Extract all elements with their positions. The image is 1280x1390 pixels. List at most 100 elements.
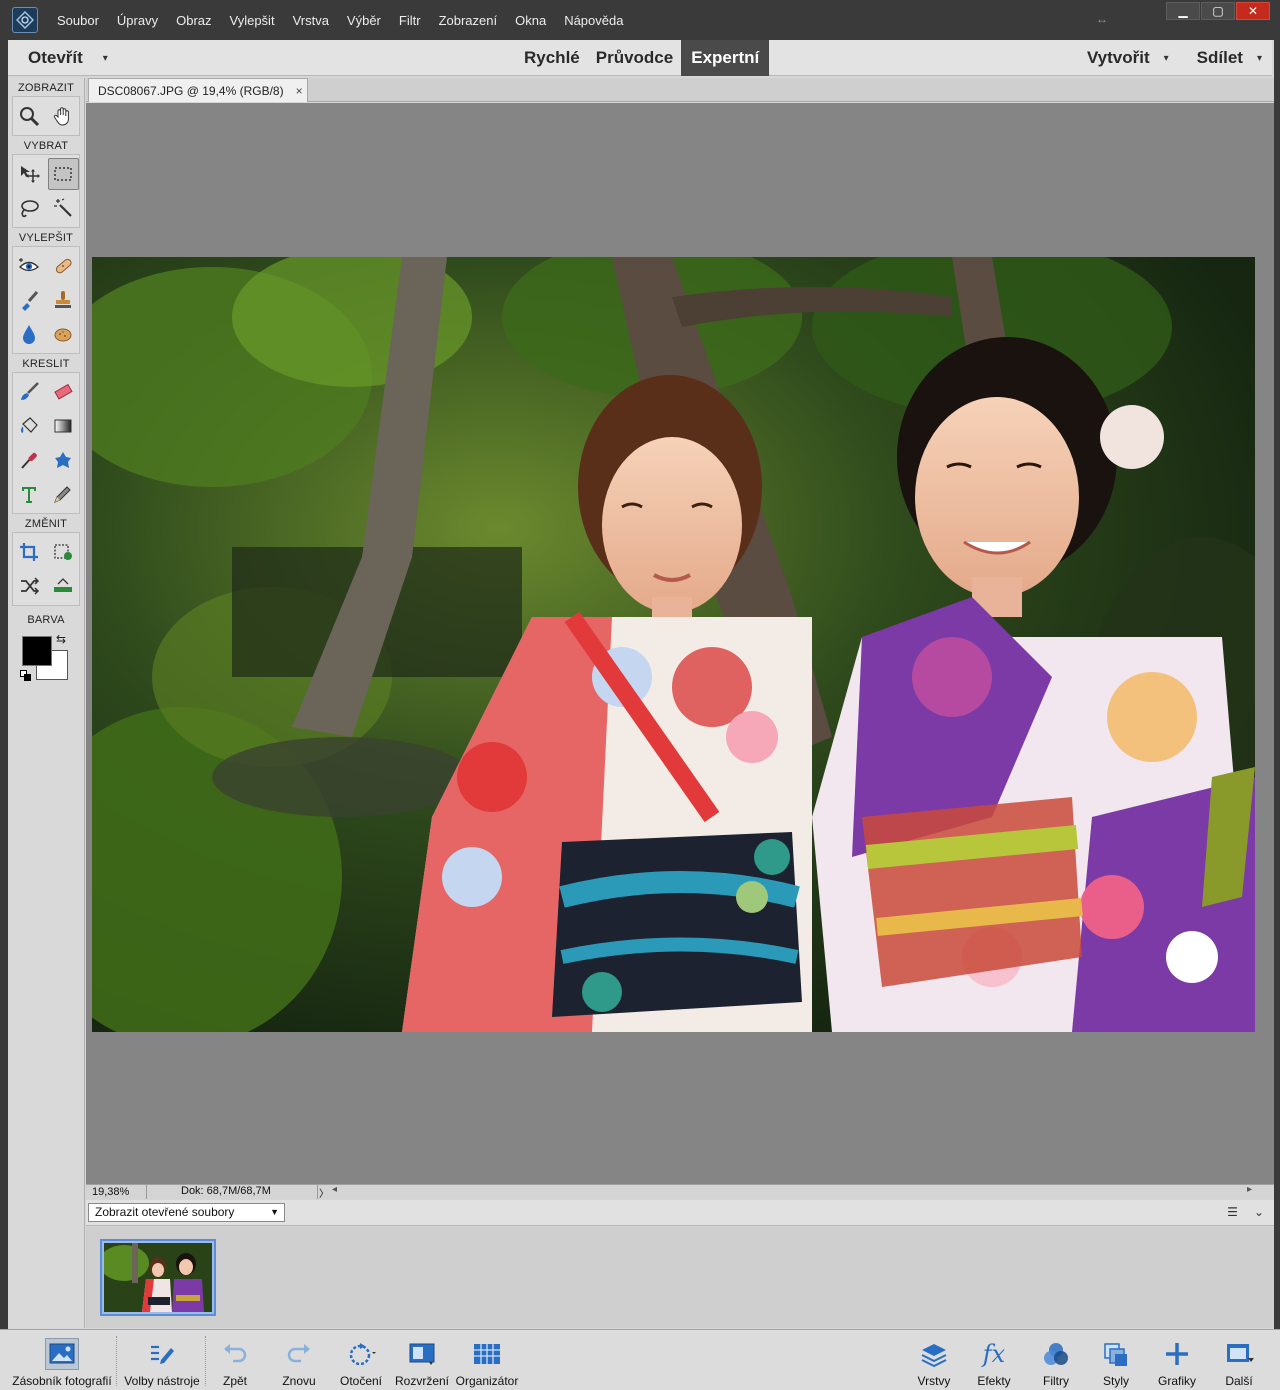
open-button[interactable]: Otevřít ▾ bbox=[28, 48, 108, 68]
type-icon[interactable] bbox=[13, 478, 45, 510]
crop-icon[interactable] bbox=[13, 536, 45, 568]
menu-soubor[interactable]: Soubor bbox=[48, 13, 108, 28]
menu-okna[interactable]: Okna bbox=[506, 13, 555, 28]
smart-brush-icon[interactable] bbox=[13, 284, 45, 316]
more-button[interactable]: Další bbox=[1216, 1332, 1262, 1388]
paint-bucket-icon[interactable] bbox=[13, 410, 45, 442]
photo-bin-bar: Zobrazit otevřené soubory ▼ ☰ ⌄ bbox=[86, 1200, 1274, 1226]
undo-icon bbox=[218, 1338, 252, 1370]
content-aware-move-icon[interactable] bbox=[13, 570, 45, 602]
window-frame-right bbox=[1274, 40, 1280, 1330]
status-menu-icon[interactable]: 〉 bbox=[319, 1185, 329, 1200]
enhance-tools bbox=[12, 246, 80, 354]
horizontal-scrollbar[interactable]: ◂ ▸ bbox=[332, 1184, 1252, 1196]
share-button[interactable]: Sdílet ▾ bbox=[1197, 48, 1262, 68]
menu-upravy[interactable]: Úpravy bbox=[108, 13, 167, 28]
photo-bin-dropdown[interactable]: Zobrazit otevřené soubory ▼ bbox=[88, 1203, 285, 1222]
effects-label: Efekty bbox=[977, 1374, 1011, 1388]
document-image[interactable] bbox=[92, 257, 1255, 1032]
filters-label: Filtry bbox=[1043, 1374, 1069, 1388]
maximize-button[interactable]: ▢ bbox=[1201, 2, 1235, 20]
pencil-icon[interactable] bbox=[48, 478, 80, 510]
effects-icon: fx bbox=[982, 1340, 1006, 1368]
open-dropdown-icon[interactable]: ▾ bbox=[103, 53, 108, 64]
rotate-icon bbox=[344, 1338, 378, 1370]
gradient-icon[interactable] bbox=[48, 410, 80, 442]
collapse-bin-icon[interactable]: ⌄ bbox=[1254, 1205, 1264, 1219]
close-tab-icon[interactable]: × bbox=[296, 84, 303, 98]
clone-stamp-icon[interactable] bbox=[48, 284, 80, 316]
tab-expert[interactable]: Expertní bbox=[681, 40, 770, 76]
recompose-icon[interactable] bbox=[48, 536, 80, 568]
photo-bin-label: Zásobník fotografií bbox=[12, 1374, 112, 1388]
photo-thumbnail[interactable] bbox=[100, 1239, 216, 1316]
select-tools bbox=[12, 154, 80, 228]
tool-options-icon bbox=[145, 1338, 179, 1370]
spot-healing-icon[interactable] bbox=[48, 250, 80, 282]
graphics-label: Grafiky bbox=[1157, 1374, 1196, 1388]
styles-button[interactable]: Styly bbox=[1094, 1332, 1138, 1388]
layout-icon bbox=[405, 1338, 439, 1370]
menu-vrstva[interactable]: Vrstva bbox=[284, 13, 338, 28]
move-icon[interactable] bbox=[13, 158, 45, 190]
photo-bin-icon bbox=[45, 1338, 79, 1370]
bin-options-icon[interactable]: ☰ bbox=[1227, 1205, 1238, 1219]
menu-vyber[interactable]: Výběr bbox=[338, 13, 390, 28]
minimize-button[interactable]: ▁ bbox=[1166, 2, 1200, 20]
section-view: ZOBRAZIT bbox=[18, 82, 74, 94]
brush-icon[interactable] bbox=[13, 376, 45, 408]
zoom-icon[interactable] bbox=[13, 100, 45, 132]
hand-icon[interactable] bbox=[48, 100, 80, 132]
canvas-area[interactable] bbox=[86, 103, 1274, 1184]
menu-vylepsit[interactable]: Vylepšit bbox=[221, 13, 284, 28]
close-button[interactable]: ✕ bbox=[1236, 2, 1270, 20]
filters-button[interactable]: Filtry bbox=[1034, 1332, 1078, 1388]
redo-button[interactable]: Znovu bbox=[276, 1332, 322, 1388]
eyedropper-icon[interactable] bbox=[13, 444, 45, 476]
foreground-color-swatch[interactable] bbox=[22, 636, 52, 666]
resize-handle-icon[interactable]: ↔ bbox=[1096, 12, 1108, 26]
eraser-icon[interactable] bbox=[48, 376, 80, 408]
straighten-icon[interactable] bbox=[48, 570, 80, 602]
magic-wand-icon[interactable] bbox=[48, 192, 80, 224]
undo-button[interactable]: Zpět bbox=[212, 1332, 258, 1388]
marquee-icon[interactable] bbox=[47, 158, 79, 190]
document-tab[interactable]: DSC08067.JPG @ 19,4% (RGB/8) × bbox=[88, 78, 308, 102]
menu-napoveda[interactable]: Nápověda bbox=[555, 13, 632, 28]
layout-button[interactable]: Rozvržení bbox=[394, 1332, 450, 1388]
menu-filtr[interactable]: Filtr bbox=[390, 13, 430, 28]
document-tab-title: DSC08067.JPG @ 19,4% (RGB/8) bbox=[98, 83, 284, 98]
bottom-taskbar: Zásobník fotografií Volby nástroje Zpět … bbox=[0, 1329, 1280, 1390]
share-label: Sdílet bbox=[1196, 48, 1243, 67]
sponge-icon[interactable] bbox=[48, 318, 80, 350]
lasso-icon[interactable] bbox=[13, 192, 45, 224]
menu-zobrazeni[interactable]: Zobrazení bbox=[430, 13, 507, 28]
app-logo-icon[interactable] bbox=[12, 7, 38, 33]
swap-colors-icon[interactable]: ⇆ bbox=[56, 632, 66, 646]
scroll-right-icon[interactable]: ▸ bbox=[1247, 1184, 1252, 1195]
effects-button[interactable]: fx Efekty bbox=[972, 1332, 1016, 1388]
graphics-button[interactable]: Grafiky bbox=[1154, 1332, 1200, 1388]
blur-icon[interactable] bbox=[13, 318, 45, 350]
tab-guided[interactable]: Průvodce bbox=[588, 40, 681, 76]
dropdown-caret-icon: ▼ bbox=[270, 1207, 279, 1217]
layers-button[interactable]: Vrstvy bbox=[912, 1332, 956, 1388]
rotate-button[interactable]: Otočení bbox=[336, 1332, 386, 1388]
color-swatches: ⇆ bbox=[20, 632, 80, 688]
create-button[interactable]: Vytvořit ▾ bbox=[1087, 48, 1169, 68]
photo-bin-dropdown-value: Zobrazit otevřené soubory bbox=[95, 1205, 235, 1219]
rotate-label: Otočení bbox=[339, 1374, 383, 1388]
filters-icon bbox=[1039, 1338, 1073, 1370]
mode-bar: Otevřít ▾ Rychlé Průvodce Expertní Vytvo… bbox=[8, 40, 1272, 76]
photo-bin-button[interactable]: Zásobník fotografií bbox=[10, 1332, 114, 1388]
section-enhance: VYLEPŠIT bbox=[18, 232, 74, 244]
tool-options-button[interactable]: Volby nástroje bbox=[120, 1332, 204, 1388]
scroll-left-icon[interactable]: ◂ bbox=[332, 1184, 337, 1195]
organizer-button[interactable]: Organizátor bbox=[454, 1332, 520, 1388]
menu-obraz[interactable]: Obraz bbox=[167, 13, 220, 28]
tab-quick[interactable]: Rychlé bbox=[516, 40, 588, 76]
zoom-readout[interactable]: 19,38% bbox=[92, 1186, 146, 1198]
default-colors-icon[interactable] bbox=[20, 670, 32, 682]
red-eye-icon[interactable] bbox=[13, 250, 45, 282]
custom-shape-icon[interactable] bbox=[48, 444, 80, 476]
